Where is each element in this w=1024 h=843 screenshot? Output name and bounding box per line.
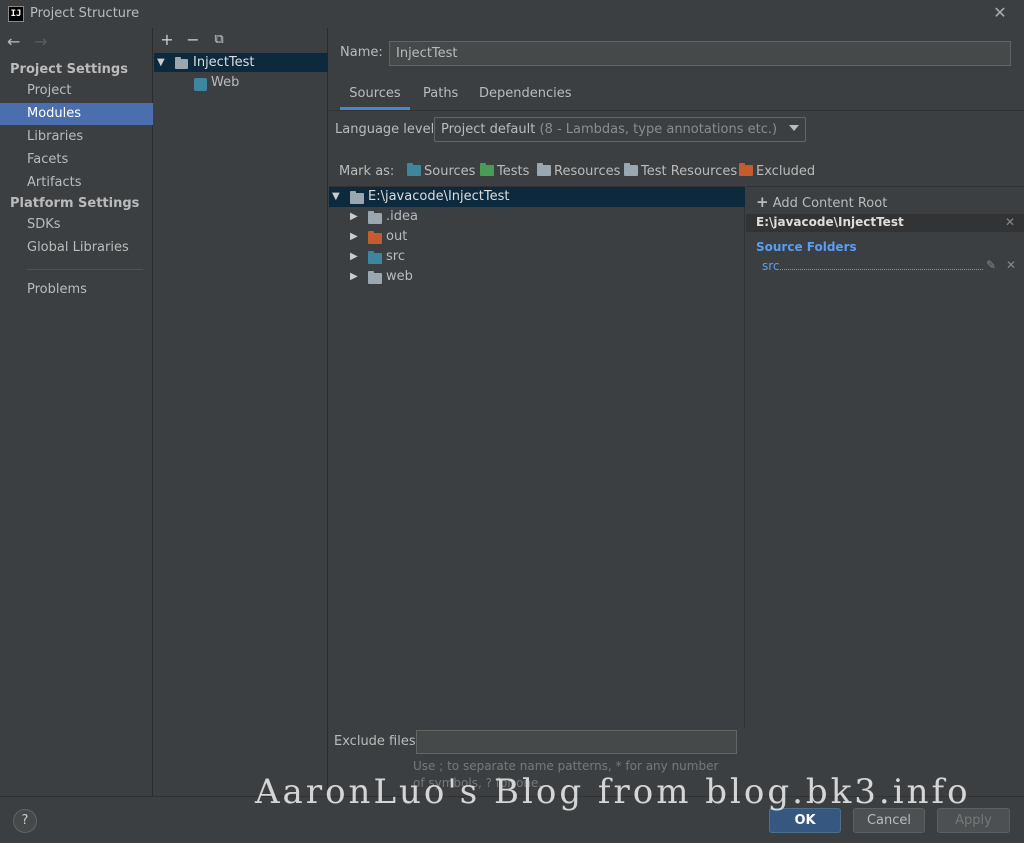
mark-resources-button[interactable]: Resources: [537, 163, 621, 182]
add-content-root-link[interactable]: + Add Content Root: [756, 193, 887, 211]
collapsed-arrow-icon[interactable]: ▶: [350, 231, 358, 242]
add-module-icon[interactable]: +: [158, 31, 176, 49]
exclude-files-label: Exclude files:: [334, 734, 421, 749]
collapsed-arrow-icon[interactable]: ▶: [350, 251, 358, 262]
content-root-panel: [746, 186, 1024, 796]
nav-item-problems[interactable]: Problems: [0, 279, 153, 301]
language-level-hint: (8 - Lambdas, type annotations etc.): [539, 122, 778, 137]
title-bar: [0, 0, 1024, 28]
nav-item-global-libraries[interactable]: Global Libraries: [0, 237, 153, 259]
plus-icon: +: [756, 193, 769, 211]
sources-folder-icon: [368, 251, 382, 268]
content-root-path: E:\javacode\InjectTest: [756, 215, 904, 229]
folder-icon: [368, 271, 382, 288]
forward-arrow-icon[interactable]: →: [34, 32, 47, 51]
mark-tests-label: Tests: [497, 164, 530, 179]
collapsed-arrow-icon[interactable]: ▶: [350, 211, 358, 222]
back-arrow-icon[interactable]: ←: [7, 32, 20, 51]
mark-excluded-button[interactable]: Excluded: [739, 163, 816, 182]
tab-divider: [329, 110, 1024, 111]
nav-item-project[interactable]: Project: [0, 80, 153, 102]
excluded-folder-icon: [739, 163, 753, 176]
expand-arrow-icon[interactable]: ▼: [157, 57, 165, 68]
dir-root-label[interactable]: E:\javacode\InjectTest: [368, 187, 509, 207]
nav-divider: [27, 269, 143, 270]
nav-item-libraries[interactable]: Libraries: [0, 126, 153, 148]
remove-source-icon[interactable]: ✕: [1006, 258, 1016, 272]
tab-paths[interactable]: Paths: [423, 86, 458, 110]
edit-pencil-icon[interactable]: ✎: [986, 258, 996, 272]
tab-sources[interactable]: Sources: [340, 86, 410, 110]
name-label: Name:: [340, 45, 383, 60]
dir-item-idea[interactable]: .idea: [386, 207, 418, 227]
language-level-value: Project default: [441, 122, 536, 137]
mark-tests-button[interactable]: Tests: [480, 163, 530, 182]
window-title: Project Structure: [30, 6, 140, 21]
apply-button[interactable]: Apply: [937, 808, 1010, 833]
mark-sources-button[interactable]: Sources: [407, 163, 476, 182]
dir-item-src[interactable]: src: [386, 247, 405, 267]
source-folder-src[interactable]: src: [762, 259, 780, 273]
module-name-input[interactable]: [389, 41, 1011, 66]
folder-icon: [368, 211, 382, 228]
test-resources-folder-icon: [624, 163, 638, 176]
language-level-label: Language level:: [335, 122, 439, 137]
dir-item-out[interactable]: out: [386, 227, 407, 247]
ok-button[interactable]: OK: [769, 808, 841, 833]
dir-item-web[interactable]: web: [386, 267, 413, 287]
folder-icon: [350, 191, 364, 208]
expand-arrow-icon[interactable]: ▼: [332, 191, 340, 202]
module-folder-icon: [175, 57, 188, 73]
intellij-app-icon: IJ: [8, 6, 24, 22]
resources-folder-icon: [537, 163, 551, 176]
source-folders-heading: Source Folders: [756, 240, 857, 254]
module-child-web[interactable]: Web: [211, 75, 239, 90]
exclude-files-hint: Use ; to separate name patterns, * for a…: [413, 759, 719, 790]
mark-resources-label: Resources: [554, 164, 621, 179]
dropdown-arrow-icon: [789, 125, 799, 131]
collapsed-arrow-icon[interactable]: ▶: [350, 271, 358, 282]
mark-as-label: Mark as:: [339, 164, 395, 179]
help-button[interactable]: ?: [13, 809, 37, 833]
cancel-button[interactable]: Cancel: [853, 808, 925, 833]
add-content-root-label: Add Content Root: [772, 196, 888, 211]
module-list-panel: [154, 28, 328, 796]
tests-folder-icon: [480, 163, 494, 176]
exclude-files-input[interactable]: [416, 730, 737, 754]
web-facet-icon: [194, 78, 207, 91]
mark-test-resources-button[interactable]: Test Resources: [624, 163, 738, 182]
sources-folder-icon: [407, 163, 421, 176]
mark-sources-label: Sources: [424, 164, 476, 179]
nav-item-sdks[interactable]: SDKs: [0, 214, 153, 236]
dotted-leader: [780, 269, 983, 270]
nav-item-facets[interactable]: Facets: [0, 149, 153, 171]
nav-item-artifacts[interactable]: Artifacts: [0, 172, 153, 194]
mark-excluded-label: Excluded: [756, 164, 816, 179]
project-settings-header: Project Settings: [10, 62, 128, 77]
language-level-dropdown[interactable]: Project default (8 - Lambdas, type annot…: [434, 117, 806, 142]
remove-module-icon[interactable]: −: [184, 31, 202, 49]
nav-item-modules[interactable]: Modules: [0, 103, 153, 125]
remove-root-icon[interactable]: ✕: [1005, 215, 1015, 229]
mark-test-resources-label: Test Resources: [641, 164, 738, 179]
excluded-folder-icon: [368, 231, 382, 248]
copy-module-icon[interactable]: ⧉: [210, 31, 228, 49]
platform-settings-header: Platform Settings: [10, 196, 140, 211]
module-root-label[interactable]: InjectTest: [193, 55, 255, 70]
close-icon[interactable]: ✕: [990, 3, 1010, 23]
tab-dependencies[interactable]: Dependencies: [479, 86, 572, 110]
